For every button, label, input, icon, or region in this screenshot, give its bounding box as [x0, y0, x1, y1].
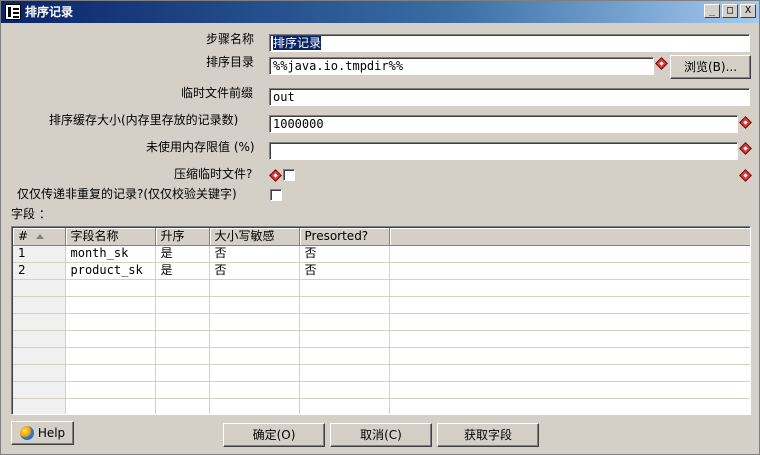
free-memory-label: 未使用内存限值 (%)	[146, 140, 255, 154]
sort-dir-label: 排序目录	[206, 55, 255, 69]
empty-row	[13, 398, 750, 414]
empty-row	[13, 279, 750, 297]
get-fields-button[interactable]: 获取字段	[437, 423, 539, 447]
presorted-cell[interactable]: 否	[299, 262, 390, 280]
table-icon	[5, 4, 21, 20]
fields-label: 字段 ：	[11, 207, 51, 221]
sort-size-label: 排序缓存大小(内存里存放的记录数)	[49, 113, 239, 127]
ascending-cell[interactable]: 是	[155, 262, 210, 280]
maximize-button[interactable]: □	[722, 4, 738, 18]
row-number: 1	[13, 245, 66, 263]
cancel-button[interactable]: 取消(C)	[330, 423, 432, 447]
sort-up-icon	[36, 233, 45, 239]
sort-rows-dialog: 排序记录 _ □ X 步骤名称 排序记录 排序目录 %%java.io.tmpd…	[0, 0, 760, 455]
compress-label: 压缩临时文件?	[174, 167, 253, 181]
empty-row	[13, 381, 750, 399]
table-row[interactable]: 2 product_sk 是 否 否	[13, 262, 750, 280]
table-row[interactable]: 1 month_sk 是 否 否	[13, 245, 750, 263]
case-sensitive-cell[interactable]: 否	[209, 262, 300, 280]
diamond-warning-icon	[739, 142, 752, 155]
column-header-ascending[interactable]: 升序	[155, 228, 210, 246]
minimize-button[interactable]: _	[704, 4, 720, 18]
field-name-cell[interactable]: product_sk	[65, 262, 156, 280]
help-button[interactable]: Help	[11, 421, 74, 445]
diamond-warning-icon	[739, 169, 752, 182]
column-header-number[interactable]: #	[13, 228, 66, 246]
row-number: 2	[13, 262, 66, 280]
unique-rows-label: 仅仅传递非重复的记录?(仅仅校验关键字)	[17, 187, 237, 201]
case-sensitive-cell[interactable]: 否	[209, 245, 300, 263]
diamond-warning-icon	[739, 116, 752, 129]
empty-row	[13, 330, 750, 348]
close-button[interactable]: X	[740, 4, 756, 18]
help-button-label: Help	[37, 426, 66, 440]
column-header-filler	[389, 228, 750, 246]
field-name-cell[interactable]: month_sk	[65, 245, 156, 263]
ok-button[interactable]: 确定(O)	[223, 423, 325, 447]
fields-table[interactable]: # 字段名称 升序 大小写敏感 Presorted? 1 month_sk 是 …	[11, 226, 751, 415]
step-name-label: 步骤名称	[206, 32, 255, 46]
unique-rows-checkbox[interactable]	[270, 189, 282, 201]
globe-icon	[19, 425, 34, 440]
diamond-warning-icon	[269, 169, 282, 182]
title-bar[interactable]: 排序记录 _ □ X	[1, 1, 759, 23]
temp-prefix-label: 临时文件前缀	[181, 86, 254, 100]
browse-button[interactable]: 浏览(B)...	[670, 55, 751, 79]
ascending-cell[interactable]: 是	[155, 245, 210, 263]
presorted-cell[interactable]: 否	[299, 245, 390, 263]
free-memory-input[interactable]	[269, 142, 738, 160]
compress-checkbox[interactable]	[283, 169, 295, 181]
empty-row	[13, 313, 750, 331]
window-controls: _ □ X	[704, 4, 756, 18]
empty-row	[13, 347, 750, 365]
step-name-input[interactable]: 排序记录	[269, 34, 750, 52]
column-header-field-name[interactable]: 字段名称	[65, 228, 156, 246]
sort-size-input[interactable]: 1000000	[269, 115, 738, 133]
empty-row	[13, 296, 750, 314]
diamond-warning-icon	[655, 57, 668, 70]
column-header-case-sensitive[interactable]: 大小写敏感	[209, 228, 300, 246]
sort-dir-input[interactable]: %%java.io.tmpdir%%	[269, 57, 654, 75]
step-name-value: 排序记录	[273, 36, 322, 50]
temp-prefix-input[interactable]: out	[269, 88, 750, 106]
empty-row	[13, 364, 750, 382]
window-title: 排序记录	[25, 5, 74, 19]
table-header-row: # 字段名称 升序 大小写敏感 Presorted?	[13, 228, 750, 246]
column-header-presorted[interactable]: Presorted?	[299, 228, 390, 246]
